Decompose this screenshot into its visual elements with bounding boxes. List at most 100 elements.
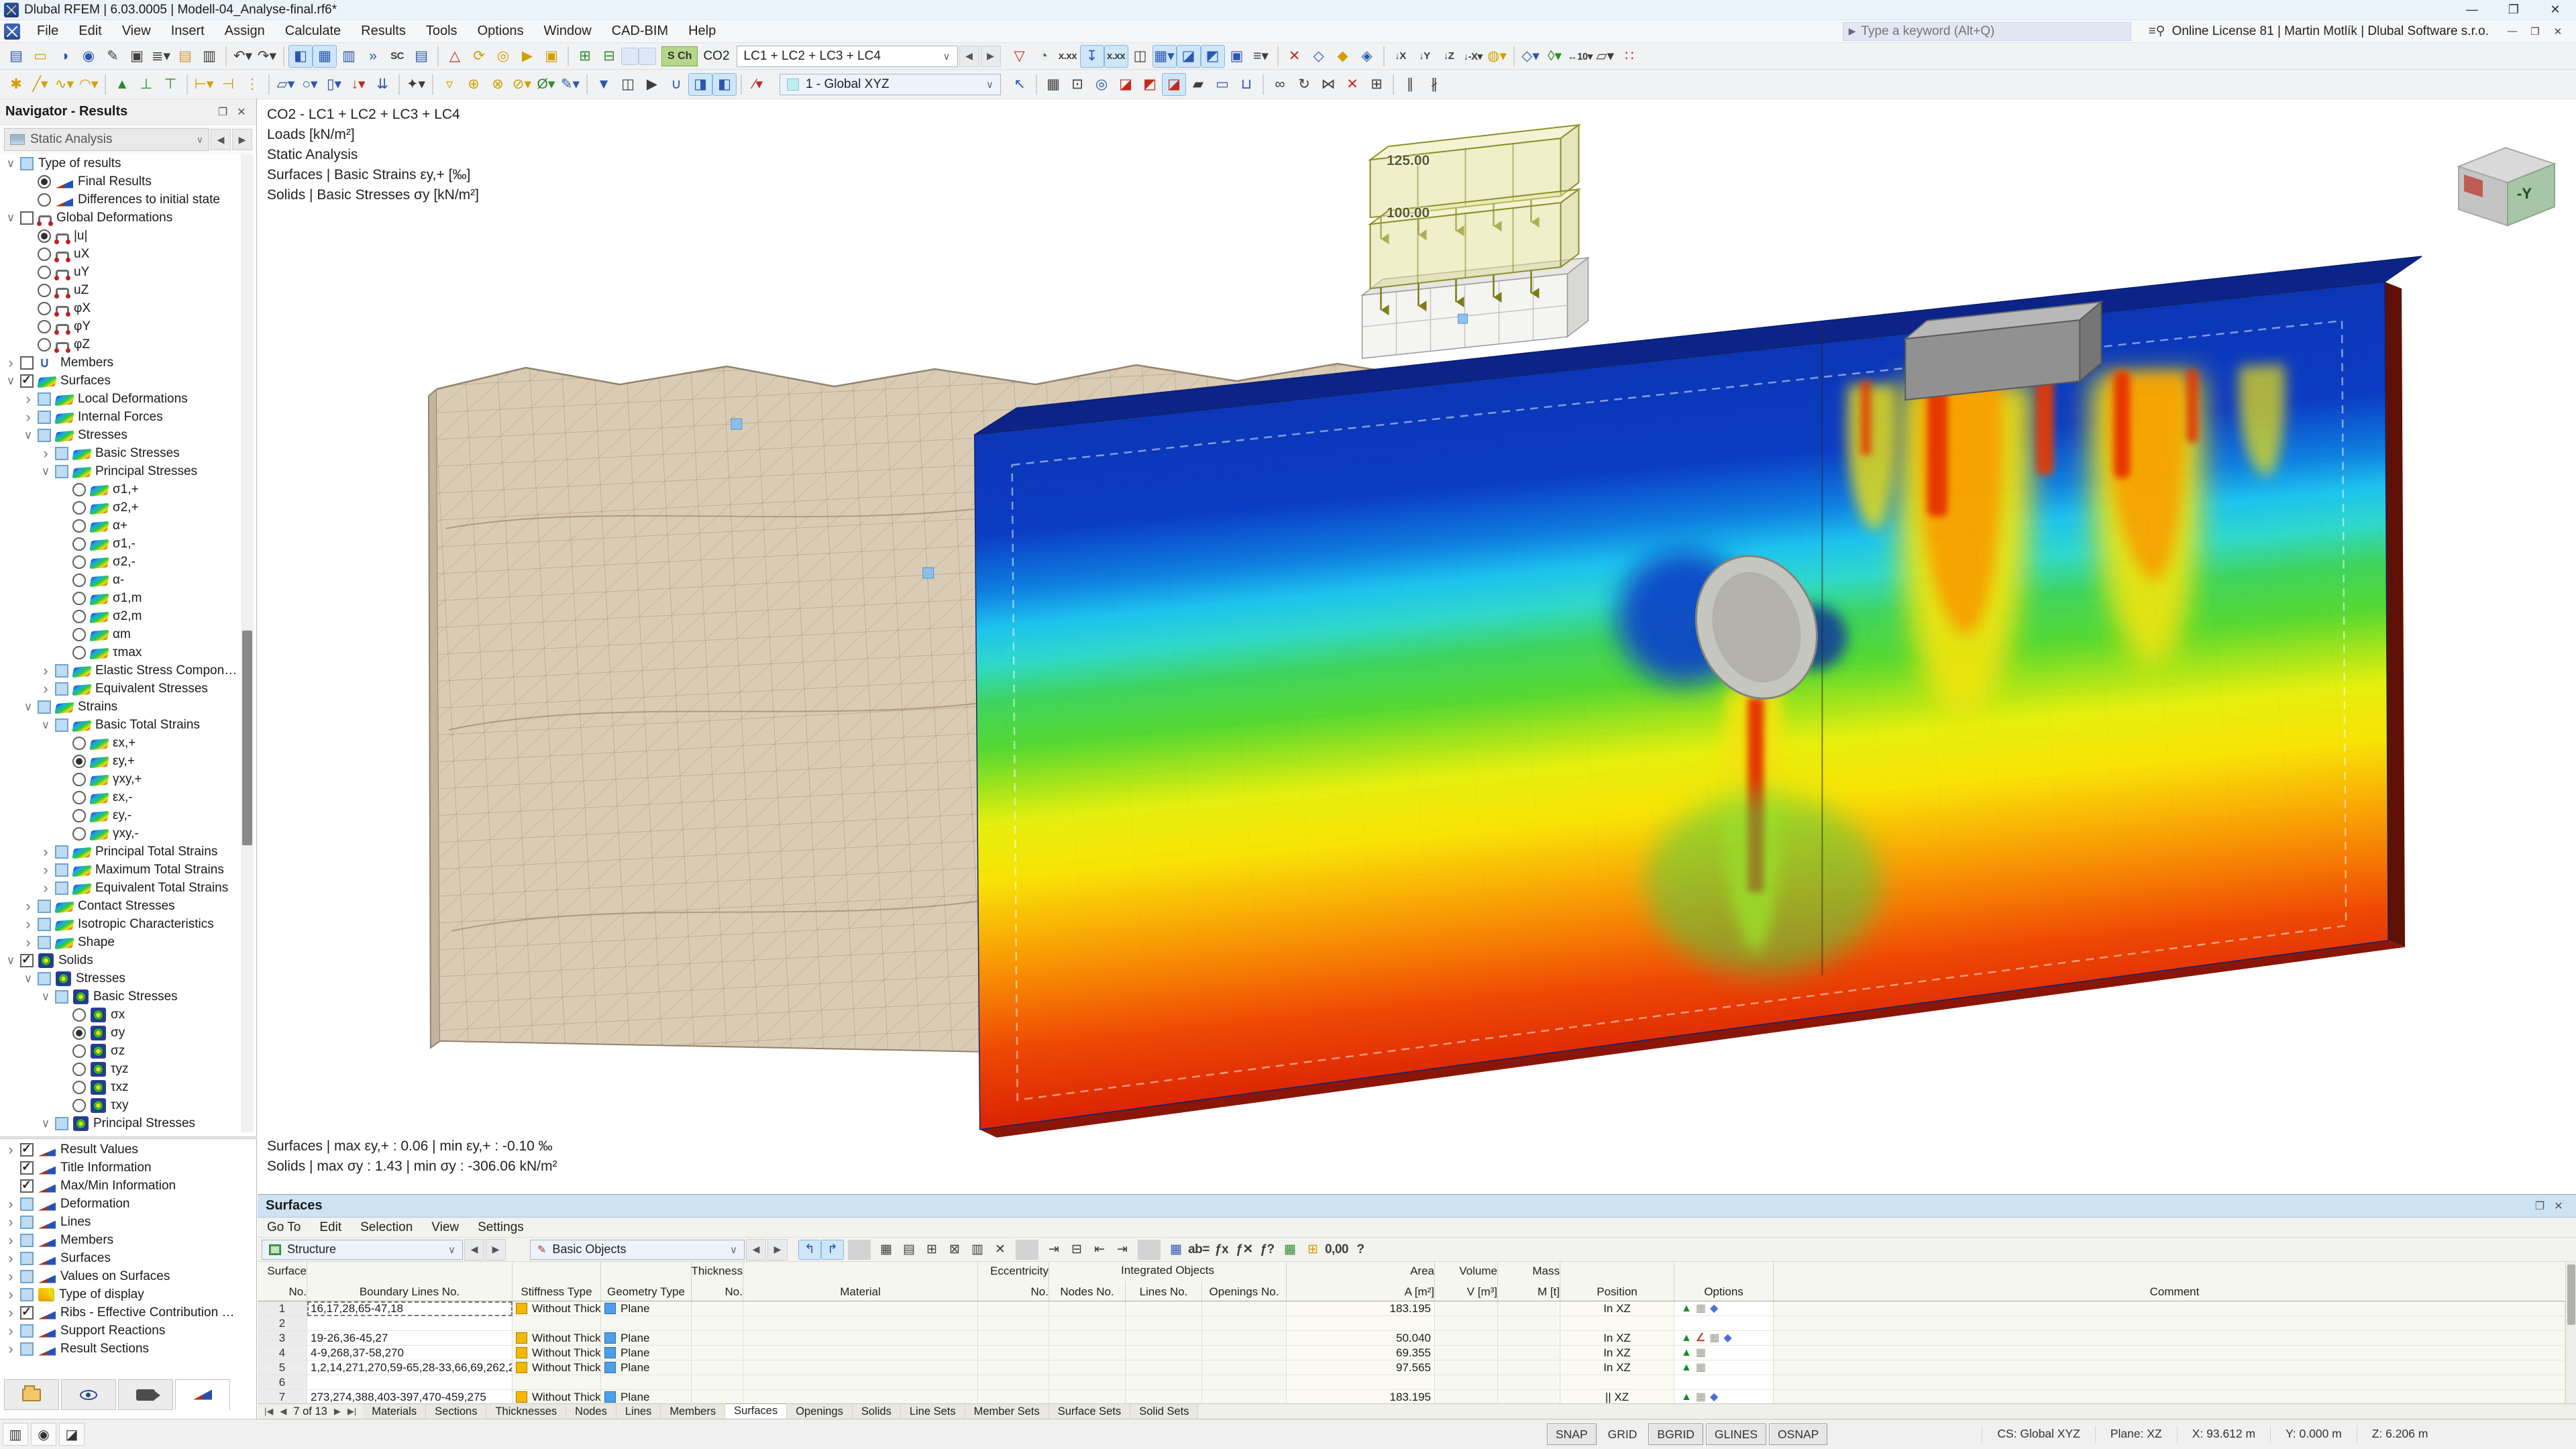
new-generated-load-button[interactable]: ✦▾ [404, 73, 428, 96]
cell-comment[interactable] [1774, 1390, 2565, 1405]
expander-icon[interactable] [38, 1117, 54, 1130]
visual-inspect-button[interactable]: ◍▾ [1485, 45, 1509, 68]
expander-icon[interactable] [3, 1232, 19, 1249]
scrollbar-thumb[interactable] [242, 631, 252, 845]
tree-item[interactable]: φX [0, 299, 240, 317]
cell-boundary-lines[interactable]: 16,17,28,65-47,18 [307, 1301, 513, 1316]
solid-edit-button[interactable]: ◆ [1331, 45, 1355, 68]
sep[interactable] [1016, 1239, 1038, 1260]
tree-control[interactable] [38, 971, 51, 985]
tree-item[interactable]: α- [0, 571, 240, 589]
cell-stiffness-type[interactable]: Without Thickn.. [513, 1301, 601, 1316]
menu-item[interactable]: CAD-BIM [602, 20, 678, 42]
tree-control[interactable] [20, 953, 34, 967]
cell-surface-no[interactable]: 5 [258, 1360, 307, 1375]
cell-geometry-type[interactable]: Plane [601, 1331, 692, 1346]
tree-control[interactable] [20, 1233, 34, 1247]
protocol-button[interactable]: » [361, 45, 385, 68]
cell-thickness-no[interactable] [692, 1375, 743, 1390]
tree-item[interactable]: Result Sections [0, 1340, 240, 1358]
cell-surface-no[interactable]: 4 [258, 1346, 307, 1360]
tree-control[interactable] [72, 519, 86, 533]
expander-icon[interactable] [3, 1268, 19, 1285]
sep[interactable] [432, 74, 433, 95]
select-table-button[interactable]: ▦ [1165, 1240, 1187, 1260]
tree-item[interactable]: uZ [0, 281, 240, 299]
new-dimension-button[interactable]: ⊢▾ [192, 73, 216, 96]
tree-item[interactable]: σz [0, 1042, 240, 1060]
next-table-button[interactable]: ▶ [486, 1238, 506, 1260]
table-category-select[interactable]: ✎ Basic Objects ∨ [530, 1239, 745, 1260]
cell-openings-no[interactable] [1202, 1390, 1287, 1405]
tree-control[interactable] [20, 356, 34, 370]
tree-item[interactable]: Values on Surfaces [0, 1267, 240, 1285]
tree-control[interactable] [72, 591, 86, 605]
cell-stiffness-type[interactable]: Without Thickn.. [513, 1390, 601, 1405]
tree-item[interactable]: Basic Total Strains [0, 716, 240, 734]
expander-icon[interactable] [38, 879, 54, 897]
expander-icon[interactable] [20, 429, 36, 442]
pyramid-icon[interactable] [1723, 1333, 1731, 1344]
new-opening-button[interactable]: ○▾ [298, 73, 322, 96]
save-results-button[interactable]: ▣ [1225, 45, 1249, 68]
tree-control[interactable] [38, 700, 51, 714]
result-settings-button[interactable]: ◔ [1032, 45, 1056, 68]
tree-item[interactable]: Support Reactions [0, 1322, 240, 1340]
tree-control[interactable] [38, 174, 51, 189]
table-cross-button[interactable]: ⊠ [943, 1240, 966, 1260]
tab-results[interactable] [175, 1379, 230, 1410]
table-tab[interactable]: Members [661, 1404, 726, 1419]
navigator-toggle[interactable]: ◧ [288, 44, 313, 68]
tree-item[interactable]: Strains [0, 698, 240, 716]
table-row[interactable]: 4 4-9,268,37-58,270 Without Thickn.. Pla… [258, 1346, 2565, 1360]
tree-control[interactable] [55, 1116, 68, 1130]
result-table-button[interactable]: ▦▾ [1152, 44, 1177, 68]
menu-item[interactable]: Edit [68, 20, 111, 42]
tables-toggle[interactable]: ▦ [313, 44, 337, 68]
surfaces-menu-item[interactable]: View [422, 1220, 468, 1235]
new-model-button[interactable]: ▤ [4, 45, 28, 68]
tree-item[interactable]: Members [0, 1231, 240, 1249]
expander-icon[interactable] [3, 1195, 19, 1213]
tree-item[interactable]: Basic Stresses [0, 987, 240, 1006]
support-icon[interactable] [1681, 1362, 1692, 1373]
expander-icon[interactable] [38, 465, 54, 478]
tree-control[interactable] [72, 754, 86, 768]
tree-item[interactable]: Title Information [0, 1159, 240, 1177]
float-panel-icon[interactable]: ❐ [213, 105, 232, 119]
next-load-case-button[interactable]: ▶ [980, 45, 1001, 67]
tree-item[interactable]: Shape [0, 933, 240, 951]
tree-item[interactable]: Stresses [0, 969, 240, 987]
cell-openings-no[interactable] [1202, 1316, 1287, 1331]
tree-item[interactable]: Local Deformations [0, 390, 240, 408]
tree-control[interactable] [72, 1008, 86, 1022]
tree-control[interactable] [20, 1251, 34, 1265]
display-properties-icon[interactable]: ◉ [31, 1423, 56, 1446]
cell-comment[interactable] [1774, 1375, 2565, 1390]
tree-item[interactable]: σ1,+ [0, 480, 240, 498]
tree-control[interactable] [20, 156, 34, 170]
tree-item[interactable]: Result Values [0, 1140, 240, 1159]
tree-control[interactable] [20, 1215, 34, 1229]
snap-toggle[interactable]: OSNAP [1769, 1424, 1828, 1445]
sep[interactable] [283, 46, 284, 66]
tree-item[interactable]: Final Results [0, 172, 240, 191]
jump-forward-button[interactable]: ↱ [821, 1239, 844, 1260]
expander-icon[interactable] [3, 1286, 19, 1303]
new-line-support-button[interactable]: ⊥ [134, 73, 158, 96]
color-ramp-button[interactable]: ◪ [1176, 44, 1201, 68]
guidelines-vertical-button[interactable]: ∥ [1398, 73, 1422, 96]
tree-item[interactable]: Surfaces [0, 372, 240, 390]
filter-view-button[interactable]: ▼ [592, 73, 616, 96]
support-icon[interactable] [1681, 1348, 1692, 1358]
new-surface-button[interactable]: ▱▾ [274, 73, 298, 96]
tree-item[interactable]: Internal Forces [0, 408, 240, 426]
scrollbar-thumb[interactable] [2567, 1265, 2575, 1325]
plane-yz-button[interactable]: ◩ [1138, 73, 1162, 96]
solid-view-button[interactable]: ◇ [1307, 45, 1331, 68]
tree-item[interactable]: σy [0, 1024, 240, 1042]
menu-item[interactable]: Insert [161, 20, 215, 42]
cell-position[interactable] [1560, 1316, 1674, 1331]
cell-surface-no[interactable]: 3 [258, 1331, 307, 1346]
table-tab[interactable]: Surfaces [725, 1403, 788, 1418]
